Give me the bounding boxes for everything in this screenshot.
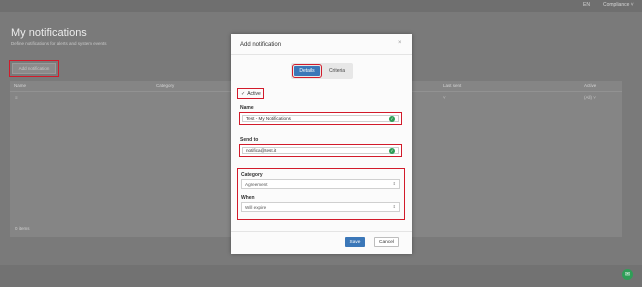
cancel-button[interactable]: Cancel [374,237,399,247]
check-icon: ✓ [241,90,246,97]
send-to-label: Send to [240,137,259,143]
tab-criteria[interactable]: Criteria [324,66,350,76]
valid-check-icon: ✓ [389,147,395,154]
name-field-highlight: Test - My Notifications ✓ [239,112,402,125]
category-label: Category [241,172,263,178]
dialog-header-divider [231,54,412,55]
send-to-input[interactable]: notifica@test.it ✓ [242,147,399,154]
category-select[interactable]: Agreement ⇕ [241,179,400,189]
chevron-down-icon: ⇕ [392,204,396,209]
active-filter[interactable]: (All) ˅ [584,95,596,100]
column-header-name[interactable]: Name [14,83,26,88]
page-footer [0,265,642,287]
name-input[interactable]: Test - My Notifications ✓ [242,115,399,122]
save-button[interactable]: Save [345,237,365,247]
user-menu[interactable]: Compliance ˅ [603,2,634,8]
column-header-last-sent[interactable]: Last sent [443,83,461,88]
category-value: Agreement [245,181,268,187]
active-checkbox[interactable]: ✓ Active [237,88,264,99]
name-label: Name [240,105,254,111]
category-when-group: Category Agreement ⇕ When Will expire ⇕ [237,168,405,220]
language-selector[interactable]: EN [583,2,590,8]
chevron-down-icon: ⇕ [392,181,396,186]
send-to-field-highlight: notifica@test.it ✓ [239,144,402,157]
dialog-tabs: Details Criteria [291,63,353,79]
item-count: 0 items [15,226,30,231]
name-value: Test - My Notifications [246,116,291,121]
page-subtitle: Define notifications for alerts and syst… [11,41,107,46]
add-notification-button[interactable]: Add notification [9,60,59,77]
when-label: When [241,195,255,201]
name-filter[interactable]: ≡ [15,95,18,100]
last-sent-filter[interactable]: ˅ [443,95,446,100]
valid-check-icon: ✓ [389,115,395,122]
close-icon[interactable]: × [398,40,402,46]
add-notification-dialog: Add notification × Details Criteria ✓ Ac… [231,34,412,254]
page-title: My notifications [11,27,87,39]
chat-icon[interactable]: ✉ [622,269,633,280]
send-to-value: notifica@test.it [246,148,277,153]
tab-details[interactable]: Details [292,64,322,78]
when-select[interactable]: Will expire ⇕ [241,202,400,212]
active-label: Active [247,90,261,97]
when-value: Will expire [245,204,267,210]
column-header-category[interactable]: Category [156,83,174,88]
column-header-active[interactable]: Active [584,83,596,88]
top-bar: EN Compliance ˅ [0,0,642,12]
dialog-title: Add notification [240,42,282,48]
dialog-footer-divider [231,231,412,232]
